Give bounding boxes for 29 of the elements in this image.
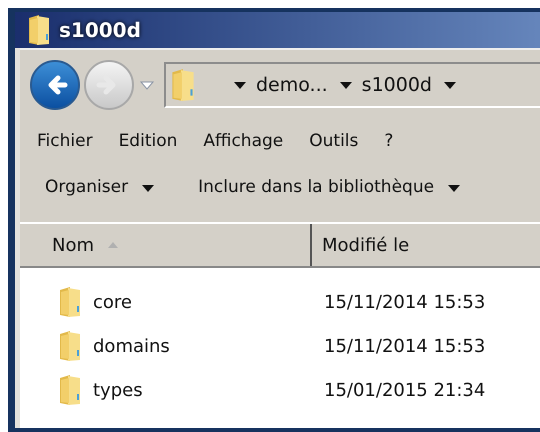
file-name[interactable]: types <box>93 376 143 404</box>
menu-item[interactable]: ? <box>382 129 396 155</box>
breadcrumb-arrow-icon <box>444 82 456 88</box>
toolbar-button[interactable]: Inclure dans la bibliothèque <box>188 168 470 208</box>
back-button[interactable] <box>30 60 80 110</box>
date-modified: 15/01/2015 21:34 <box>323 378 486 402</box>
breadcrumb-link[interactable]: demo... <box>256 70 328 100</box>
toolbar-button[interactable]: Organiser <box>35 168 164 208</box>
breadcrumb-arrow-icon <box>234 82 246 88</box>
date-modified: 15/11/2014 15:53 <box>323 290 486 314</box>
breadcrumb-link[interactable]: s1000d <box>362 70 432 100</box>
folder-icon <box>57 286 83 318</box>
folder-icon <box>57 374 83 406</box>
file-name[interactable]: core <box>93 288 132 316</box>
menu-item[interactable]: Affichage <box>201 129 286 155</box>
folder-icon <box>57 330 83 362</box>
history-dropdown-icon[interactable] <box>140 80 154 90</box>
dropdown-arrow-icon <box>448 184 460 192</box>
menu-item[interactable]: Fichier <box>35 129 95 155</box>
menu-item[interactable]: Edition <box>116 129 180 155</box>
date-modified: 15/11/2014 15:53 <box>323 334 486 358</box>
file-name[interactable]: domains <box>93 332 170 360</box>
window-title: s1000d <box>59 17 141 44</box>
address-bar[interactable]: demo... s1000d <box>164 62 540 108</box>
folder-icon <box>27 14 51 46</box>
breadcrumb-arrow-icon <box>340 82 352 88</box>
dropdown-arrow-icon <box>142 184 154 192</box>
folder-icon <box>170 68 196 102</box>
menu-item[interactable]: Outils <box>307 129 360 155</box>
